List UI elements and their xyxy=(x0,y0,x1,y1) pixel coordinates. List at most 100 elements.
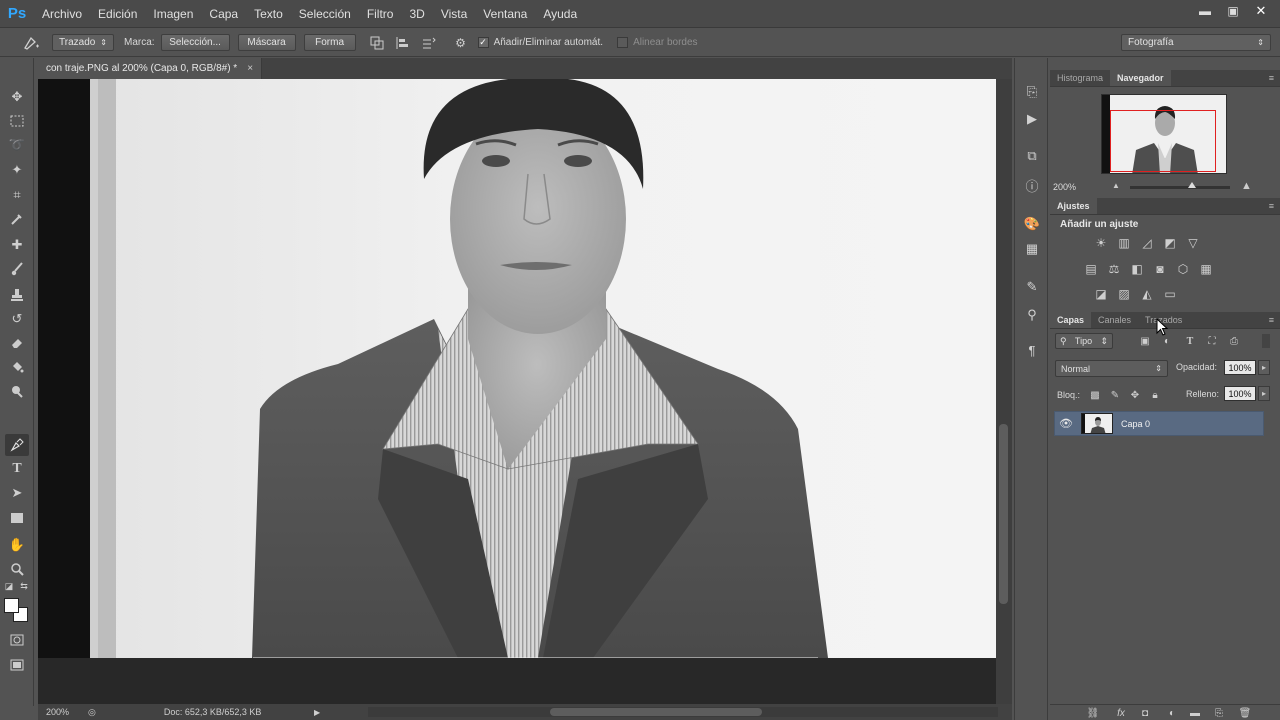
align-edges-checkbox[interactable] xyxy=(617,37,629,48)
dodge-tool-icon[interactable] xyxy=(5,380,29,402)
pen-tool-icon[interactable] xyxy=(5,434,29,456)
actions-play-icon[interactable]: ▶ xyxy=(1022,109,1042,129)
zoom-in-mountain-icon[interactable]: ▲ xyxy=(1241,180,1252,192)
paragraph-panel-icon[interactable]: ¶ xyxy=(1022,340,1042,360)
healing-brush-tool-icon[interactable]: ✚ xyxy=(5,234,29,256)
move-tool-icon[interactable]: ✥ xyxy=(5,86,29,108)
hand-tool-icon[interactable]: ✋ xyxy=(5,534,29,556)
clone-stamp-tool-icon[interactable] xyxy=(5,284,29,306)
layer-filter-select[interactable]: ⚲ Tipo ⇕ xyxy=(1055,333,1113,349)
document-canvas[interactable] xyxy=(38,79,996,658)
path-mode-select[interactable]: Trazado ⇕ xyxy=(52,34,114,51)
vertical-scroll-thumb[interactable] xyxy=(999,424,1008,604)
color-lookup-icon[interactable]: ▦ xyxy=(1197,260,1215,278)
new-adjustment-layer-icon[interactable]: ◐ xyxy=(1165,706,1179,720)
color-balance-icon[interactable]: ⚖ xyxy=(1105,260,1123,278)
status-icon[interactable]: ◎ xyxy=(88,707,96,718)
eyedropper-tool-icon[interactable] xyxy=(5,208,29,230)
make-selection-button[interactable]: Selección... xyxy=(160,34,230,51)
panel-menu-icon[interactable]: ≡ xyxy=(1269,73,1274,83)
swap-colors-icon[interactable]: ⇆ xyxy=(17,580,31,592)
filter-pixel-icon[interactable]: ▣ xyxy=(1138,334,1152,348)
tab-ajustes[interactable]: Ajustes xyxy=(1050,198,1097,214)
opacity-dropdown-icon[interactable]: ▸ xyxy=(1258,360,1270,375)
delete-layer-icon[interactable]: 🗑︎ xyxy=(1238,706,1252,720)
shape-tool-icon[interactable] xyxy=(5,507,29,529)
filter-adjustment-icon[interactable]: ◐ xyxy=(1160,334,1174,348)
menu-ayuda[interactable]: Ayuda xyxy=(535,0,585,28)
levels-icon[interactable]: ▥ xyxy=(1115,234,1133,252)
clone-source-panel-icon[interactable]: ⚲ xyxy=(1022,305,1042,325)
lock-transparent-icon[interactable]: ▩ xyxy=(1088,388,1102,402)
new-layer-icon[interactable]: ⎘ xyxy=(1212,706,1226,720)
history-panel-icon[interactable]: ⎘ xyxy=(1022,82,1042,102)
make-shape-button[interactable]: Forma xyxy=(303,34,356,51)
panel-menu-icon[interactable]: ≡ xyxy=(1269,201,1274,211)
path-operations-icon[interactable] xyxy=(368,34,386,52)
vertical-scrollbar[interactable] xyxy=(996,79,1012,704)
threshold-icon[interactable]: ◭ xyxy=(1138,285,1156,303)
brightness-contrast-icon[interactable]: ☀ xyxy=(1092,234,1110,252)
path-arrangement-icon[interactable] xyxy=(420,34,438,52)
menu-ventana[interactable]: Ventana xyxy=(475,0,535,28)
filter-toggle-icon[interactable] xyxy=(1262,334,1270,348)
filter-smart-object-icon[interactable]: ⎙ xyxy=(1227,334,1241,348)
document-tab[interactable]: con traje.PNG al 200% (Capa 0, RGB/8#) *… xyxy=(38,58,263,79)
path-alignment-icon[interactable] xyxy=(394,34,412,52)
quick-mask-icon[interactable] xyxy=(5,629,29,651)
marquee-tool-icon[interactable] xyxy=(5,110,29,132)
hue-saturation-icon[interactable]: ▤ xyxy=(1082,260,1100,278)
menu-vista[interactable]: Vista xyxy=(433,0,475,28)
filter-shape-icon[interactable]: ⛶ xyxy=(1205,334,1219,348)
pen-tool-preset-icon[interactable] xyxy=(18,34,44,52)
blend-mode-select[interactable]: Normal ⇕ xyxy=(1055,360,1168,377)
default-colors-icon[interactable]: ◪ xyxy=(2,580,16,592)
filter-type-icon[interactable]: T xyxy=(1183,334,1197,348)
menu-texto[interactable]: Texto xyxy=(246,0,291,28)
layer-row[interactable]: 👁︎ Capa 0 xyxy=(1054,411,1264,436)
fill-input[interactable]: 100% xyxy=(1224,386,1256,401)
lasso-tool-icon[interactable]: ➰ xyxy=(5,134,29,156)
fill-dropdown-icon[interactable]: ▸ xyxy=(1258,386,1270,401)
new-group-icon[interactable]: ▬ xyxy=(1188,706,1202,720)
brush-tool-icon[interactable] xyxy=(5,258,29,280)
screen-mode-icon[interactable] xyxy=(5,654,29,676)
menu-edicion[interactable]: Edición xyxy=(90,0,145,28)
layer-name[interactable]: Capa 0 xyxy=(1121,419,1150,429)
zoom-tool-icon[interactable] xyxy=(5,558,29,580)
horizontal-scrollbar[interactable] xyxy=(368,707,998,717)
photo-filter-icon[interactable]: ◙ xyxy=(1151,260,1169,278)
posterize-icon[interactable]: ▨ xyxy=(1115,285,1133,303)
layer-style-fx-icon[interactable]: fx xyxy=(1114,706,1128,720)
status-zoom[interactable]: 200% xyxy=(38,707,84,717)
slider-handle[interactable] xyxy=(1188,182,1196,188)
menu-archivo[interactable]: Archivo xyxy=(34,0,90,28)
swatches-panel-icon[interactable]: 🎨 xyxy=(1022,214,1042,234)
horizontal-scroll-thumb[interactable] xyxy=(550,708,762,716)
tab-histograma[interactable]: Histograma xyxy=(1050,70,1110,86)
path-selection-tool-icon[interactable]: ➤ xyxy=(5,482,29,504)
magic-wand-tool-icon[interactable]: ✦ xyxy=(5,159,29,181)
zoom-out-mountain-icon[interactable]: ▲ xyxy=(1112,181,1120,190)
crop-tool-icon[interactable]: ⌗ xyxy=(5,184,29,206)
menu-imagen[interactable]: Imagen xyxy=(145,0,201,28)
restore-button[interactable]: ▣ xyxy=(1220,2,1246,20)
menu-3d[interactable]: 3D xyxy=(401,0,432,28)
history-brush-tool-icon[interactable]: ↺ xyxy=(5,308,29,330)
navigator-zoom-value[interactable]: 200% xyxy=(1053,182,1076,192)
eraser-tool-icon[interactable] xyxy=(5,332,29,354)
add-mask-icon[interactable]: ◘ xyxy=(1138,706,1152,720)
invert-icon[interactable]: ◪ xyxy=(1092,285,1110,303)
gradient-map-icon[interactable]: ▭ xyxy=(1161,285,1179,303)
exposure-icon[interactable]: ◩ xyxy=(1161,234,1179,252)
channel-mixer-icon[interactable]: ⬡ xyxy=(1174,260,1192,278)
lock-all-icon[interactable]: 🔒︎ xyxy=(1148,388,1162,402)
navigator-zoom-slider[interactable] xyxy=(1130,182,1230,189)
panel-menu-icon[interactable]: ≡ xyxy=(1269,315,1274,325)
lock-image-icon[interactable]: ✎ xyxy=(1108,388,1122,402)
close-document-icon[interactable]: × xyxy=(247,63,253,74)
close-window-button[interactable]: ✕ xyxy=(1248,2,1274,20)
vibrance-icon[interactable]: ▽ xyxy=(1184,234,1202,252)
menu-capa[interactable]: Capa xyxy=(201,0,246,28)
styles-panel-icon[interactable]: ▦ xyxy=(1022,239,1042,259)
